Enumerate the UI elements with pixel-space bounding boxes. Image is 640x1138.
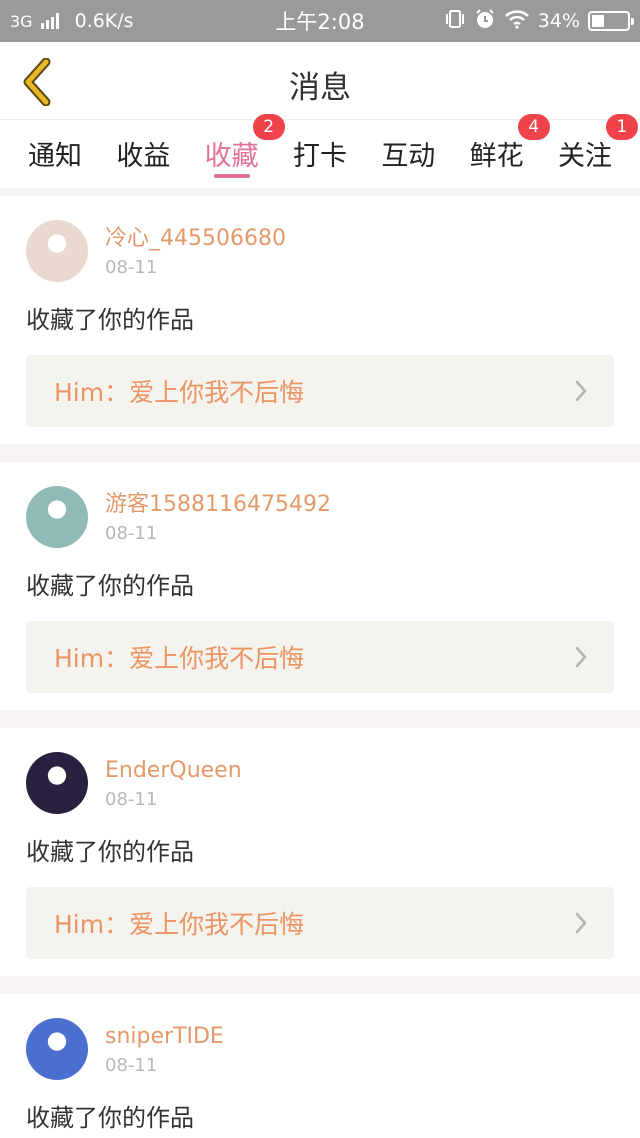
signal-icon [40,13,59,29]
work-title: Him：爱上你我不后悔 [54,378,305,407]
tab-bar: 通知 收益 收藏 2 打卡 互动 鲜花 4 关注 1 [0,114,640,188]
chevron-right-icon [575,646,587,668]
network-speed: 0.6K/s [74,10,134,32]
status-bar: 3G 0.6K/s 上午2:08 34% [0,0,640,42]
avatar[interactable] [26,1018,88,1080]
battery-icon [588,11,634,31]
message-card: 冷心_445506680 08-11 收藏了你的作品 Him：爱上你我不后悔 [0,196,640,444]
active-tab-indicator [213,174,250,178]
work-title: Him：爱上你我不后悔 [54,910,305,939]
message-date: 08-11 [105,1054,158,1076]
tab-label: 通知 [28,141,82,172]
tab-flowers[interactable]: 鲜花 4 [456,114,550,188]
tab-label: 收益 [116,141,171,172]
tab-label: 鲜花 [469,141,524,172]
status-left: 3G 0.6K/s [10,10,134,32]
tab-badge: 1 [605,114,638,140]
message-action: 收藏了你的作品 [26,572,194,600]
chevron-right-icon [575,380,587,402]
message-user: sniperTIDE 08-11 [26,1016,614,1082]
vibrate-icon [444,9,466,34]
tab-label: 互动 [381,141,436,172]
username[interactable]: 游客1588116475492 [105,491,331,519]
avatar[interactable] [26,486,88,548]
username[interactable]: 冷心_445506680 [105,225,286,253]
message-card: EnderQueen 08-11 收藏了你的作品 Him：爱上你我不后悔 [0,728,640,976]
message-card: sniperTIDE 08-11 收藏了你的作品 [0,994,640,1138]
user-info: EnderQueen 08-11 [105,757,242,810]
page-title: 消息 [289,70,351,106]
tab-interaction[interactable]: 互动 [367,120,449,188]
avatar[interactable] [26,752,88,814]
user-info: 游客1588116475492 08-11 [105,491,331,544]
avatar[interactable] [26,220,88,282]
header: 消息 [0,42,640,120]
tab-earnings[interactable]: 收益 [102,120,184,188]
battery-percent: 34% [537,10,580,32]
tab-favorites[interactable]: 收藏 2 [191,114,285,188]
tab-label: 关注 [557,141,612,172]
message-user: EnderQueen 08-11 [26,750,614,816]
tab-checkin[interactable]: 打卡 [279,120,361,188]
work-link[interactable]: Him：爱上你我不后悔 [26,621,614,693]
message-date: 08-11 [105,256,158,278]
status-right: 34% [444,8,634,35]
message-date: 08-11 [105,522,158,544]
wifi-icon [504,9,530,34]
work-link[interactable]: Him：爱上你我不后悔 [26,887,614,959]
message-action: 收藏了你的作品 [26,306,194,334]
chevron-right-icon [575,912,587,934]
work-title: Him：爱上你我不后悔 [54,644,305,673]
alarm-icon [474,8,496,35]
message-date: 08-11 [105,788,158,810]
user-info: sniperTIDE 08-11 [105,1023,224,1076]
battery-fill [592,15,604,27]
tab-notice[interactable]: 通知 [14,120,96,188]
tab-label: 打卡 [292,141,347,172]
username[interactable]: EnderQueen [105,757,242,785]
message-list: 冷心_445506680 08-11 收藏了你的作品 Him：爱上你我不后悔 游客158… [0,196,640,1138]
message-action: 收藏了你的作品 [26,1104,194,1132]
user-info: 冷心_445506680 08-11 [105,225,286,278]
network-type: 3G [10,11,33,31]
username[interactable]: sniperTIDE [105,1023,224,1051]
message-action: 收藏了你的作品 [26,838,194,866]
work-link[interactable]: Him：爱上你我不后悔 [26,355,614,427]
message-user: 冷心_445506680 08-11 [26,218,614,284]
tab-follow[interactable]: 关注 1 [544,114,638,188]
message-user: 游客1588116475492 08-11 [26,484,614,550]
tab-label: 收藏 [204,141,259,172]
message-card: 游客1588116475492 08-11 收藏了你的作品 Him：爱上你我不后悔 [0,462,640,710]
